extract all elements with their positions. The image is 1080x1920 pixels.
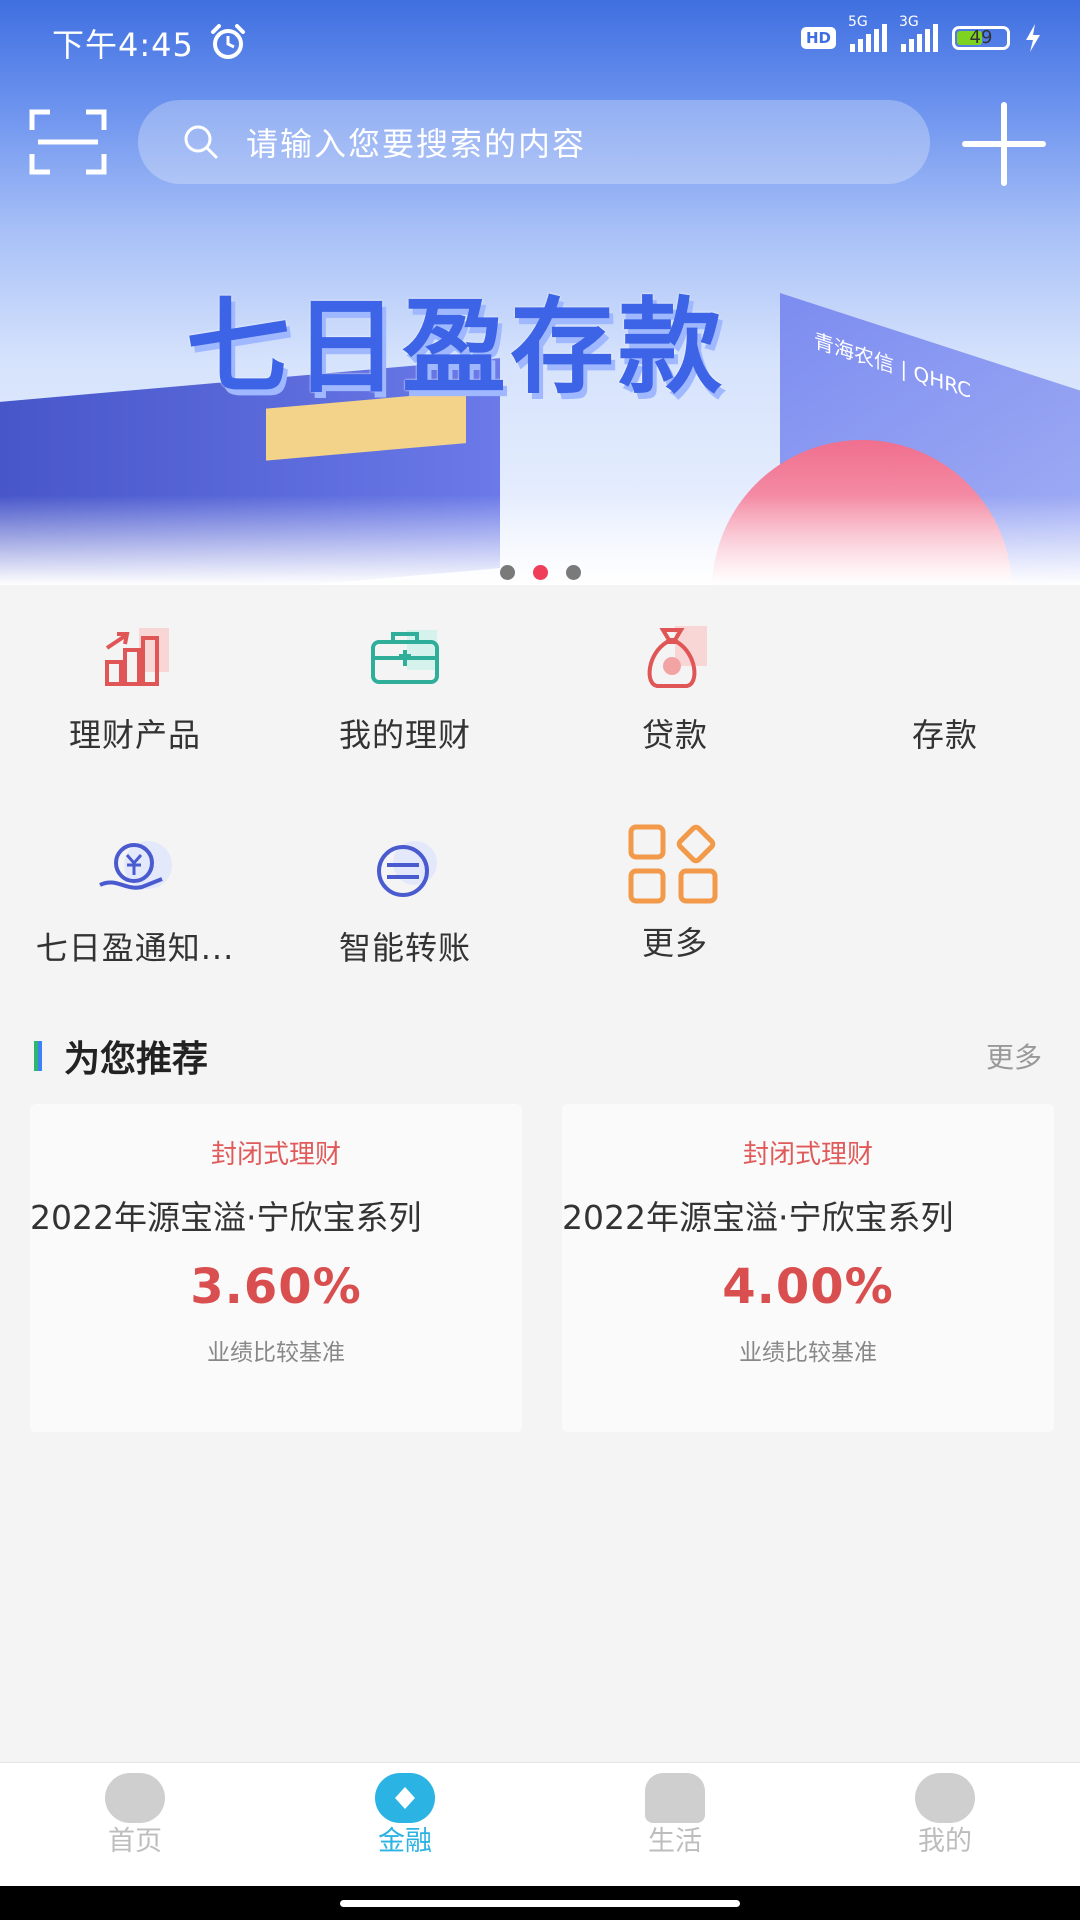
search-bar[interactable]: 请输入您要搜索的内容: [138, 100, 930, 184]
product-rate-note: 业绩比较基准: [739, 1340, 877, 1366]
product-category: 封闭式理财: [210, 1140, 341, 1170]
shortcut-smart-transfer[interactable]: 智能转账: [270, 825, 540, 969]
shortcut-label: 我的理财: [338, 716, 471, 754]
tab-finance[interactable]: 金融: [270, 1773, 540, 1858]
deposit-icon: [810, 612, 1080, 702]
bottom-tab-bar: 首页 金融 生活 我的: [0, 1762, 1080, 1887]
search-placeholder: 请输入您要搜索的内容: [246, 125, 587, 163]
shortcut-label: 七日盈通知...: [35, 929, 235, 967]
product-card[interactable]: 封闭式理财 2022年源宝溢·宁欣宝系列 3.60% 业绩比较基准: [30, 1104, 522, 1432]
user-icon: [915, 1773, 975, 1823]
shortcut-my-wealth[interactable]: 我的理财: [270, 612, 540, 756]
section-title: 为您推荐: [34, 1030, 208, 1082]
shortcut-loan[interactable]: 贷款: [540, 612, 810, 756]
more-link[interactable]: 更多: [986, 1036, 1042, 1076]
banner-dot[interactable]: [565, 565, 581, 580]
shortcut-label: 智能转账: [338, 929, 471, 967]
life-icon: [645, 1773, 705, 1823]
status-time: 下午4:45: [52, 26, 194, 64]
briefcase-icon: [371, 630, 439, 684]
hd-badge: HD: [800, 27, 836, 49]
shortcut-label: 贷款: [641, 716, 708, 754]
finance-icon: [375, 1773, 435, 1823]
promo-banner[interactable]: 青海农信 | QHRC 七日盈存款 下午4:45 HD 5G 3G 49 请输入…: [0, 0, 1080, 585]
section-title-text: 为您推荐: [64, 1039, 209, 1080]
money-bag-icon: [647, 626, 707, 688]
scan-icon[interactable]: [28, 108, 108, 176]
signal-5g-icon: 5G: [848, 14, 887, 52]
product-name: 2022年源宝溢·宁欣宝系列: [30, 1198, 422, 1237]
product-rate-note: 业绩比较基准: [207, 1340, 345, 1366]
tab-home[interactable]: 首页: [0, 1773, 270, 1858]
home-icon: [105, 1773, 165, 1823]
banner-pagination: [0, 565, 1080, 580]
product-card[interactable]: 封闭式理财 2022年源宝溢·宁欣宝系列 4.00% 业绩比较基准: [562, 1104, 1054, 1432]
product-category: 封闭式理财: [742, 1140, 873, 1170]
battery-icon: 49: [952, 26, 1010, 50]
yen-hand-icon: [99, 841, 172, 890]
home-indicator[interactable]: [340, 1900, 740, 1907]
shortcut-label: 理财产品: [68, 716, 201, 754]
shortcut-deposit[interactable]: 存款: [810, 612, 1080, 756]
grid-more-icon: [628, 824, 718, 904]
tab-label: 生活: [648, 1826, 702, 1857]
shortcut-seven-day-notice[interactable]: 七日盈通知...: [0, 825, 270, 969]
product-rate: 4.00%: [722, 1259, 894, 1315]
tab-label: 金融: [378, 1826, 432, 1857]
search-icon: [184, 125, 218, 159]
signal-3g-icon: 3G: [899, 14, 938, 52]
banner-dot[interactable]: [499, 565, 515, 580]
banner-brand-text: 青海农信 | QHRC: [814, 328, 972, 404]
shortcut-more[interactable]: 更多: [540, 820, 810, 964]
banner-headline: 七日盈存款: [186, 285, 727, 408]
tab-mine[interactable]: 我的: [810, 1773, 1080, 1858]
tab-label: 我的: [918, 1826, 972, 1857]
tab-label: 首页: [108, 1826, 162, 1857]
charging-icon: [1026, 24, 1040, 52]
status-bar: 下午4:45 HD 5G 3G 49: [0, 0, 1080, 80]
product-name: 2022年源宝溢·宁欣宝系列: [562, 1198, 954, 1237]
add-button[interactable]: [962, 102, 1046, 186]
shortcut-label: 存款: [911, 716, 978, 754]
shortcut-wealth-products[interactable]: 理财产品: [0, 612, 270, 756]
transfer-icon: [377, 841, 437, 897]
banner-dot-active[interactable]: [532, 565, 548, 580]
shortcut-label: 更多: [641, 924, 708, 962]
chart-bars-icon: [105, 628, 169, 686]
system-nav-bar: [0, 1886, 1080, 1920]
tab-life[interactable]: 生活: [540, 1773, 810, 1858]
product-rate: 3.60%: [190, 1259, 362, 1315]
alarm-icon: [211, 24, 245, 59]
